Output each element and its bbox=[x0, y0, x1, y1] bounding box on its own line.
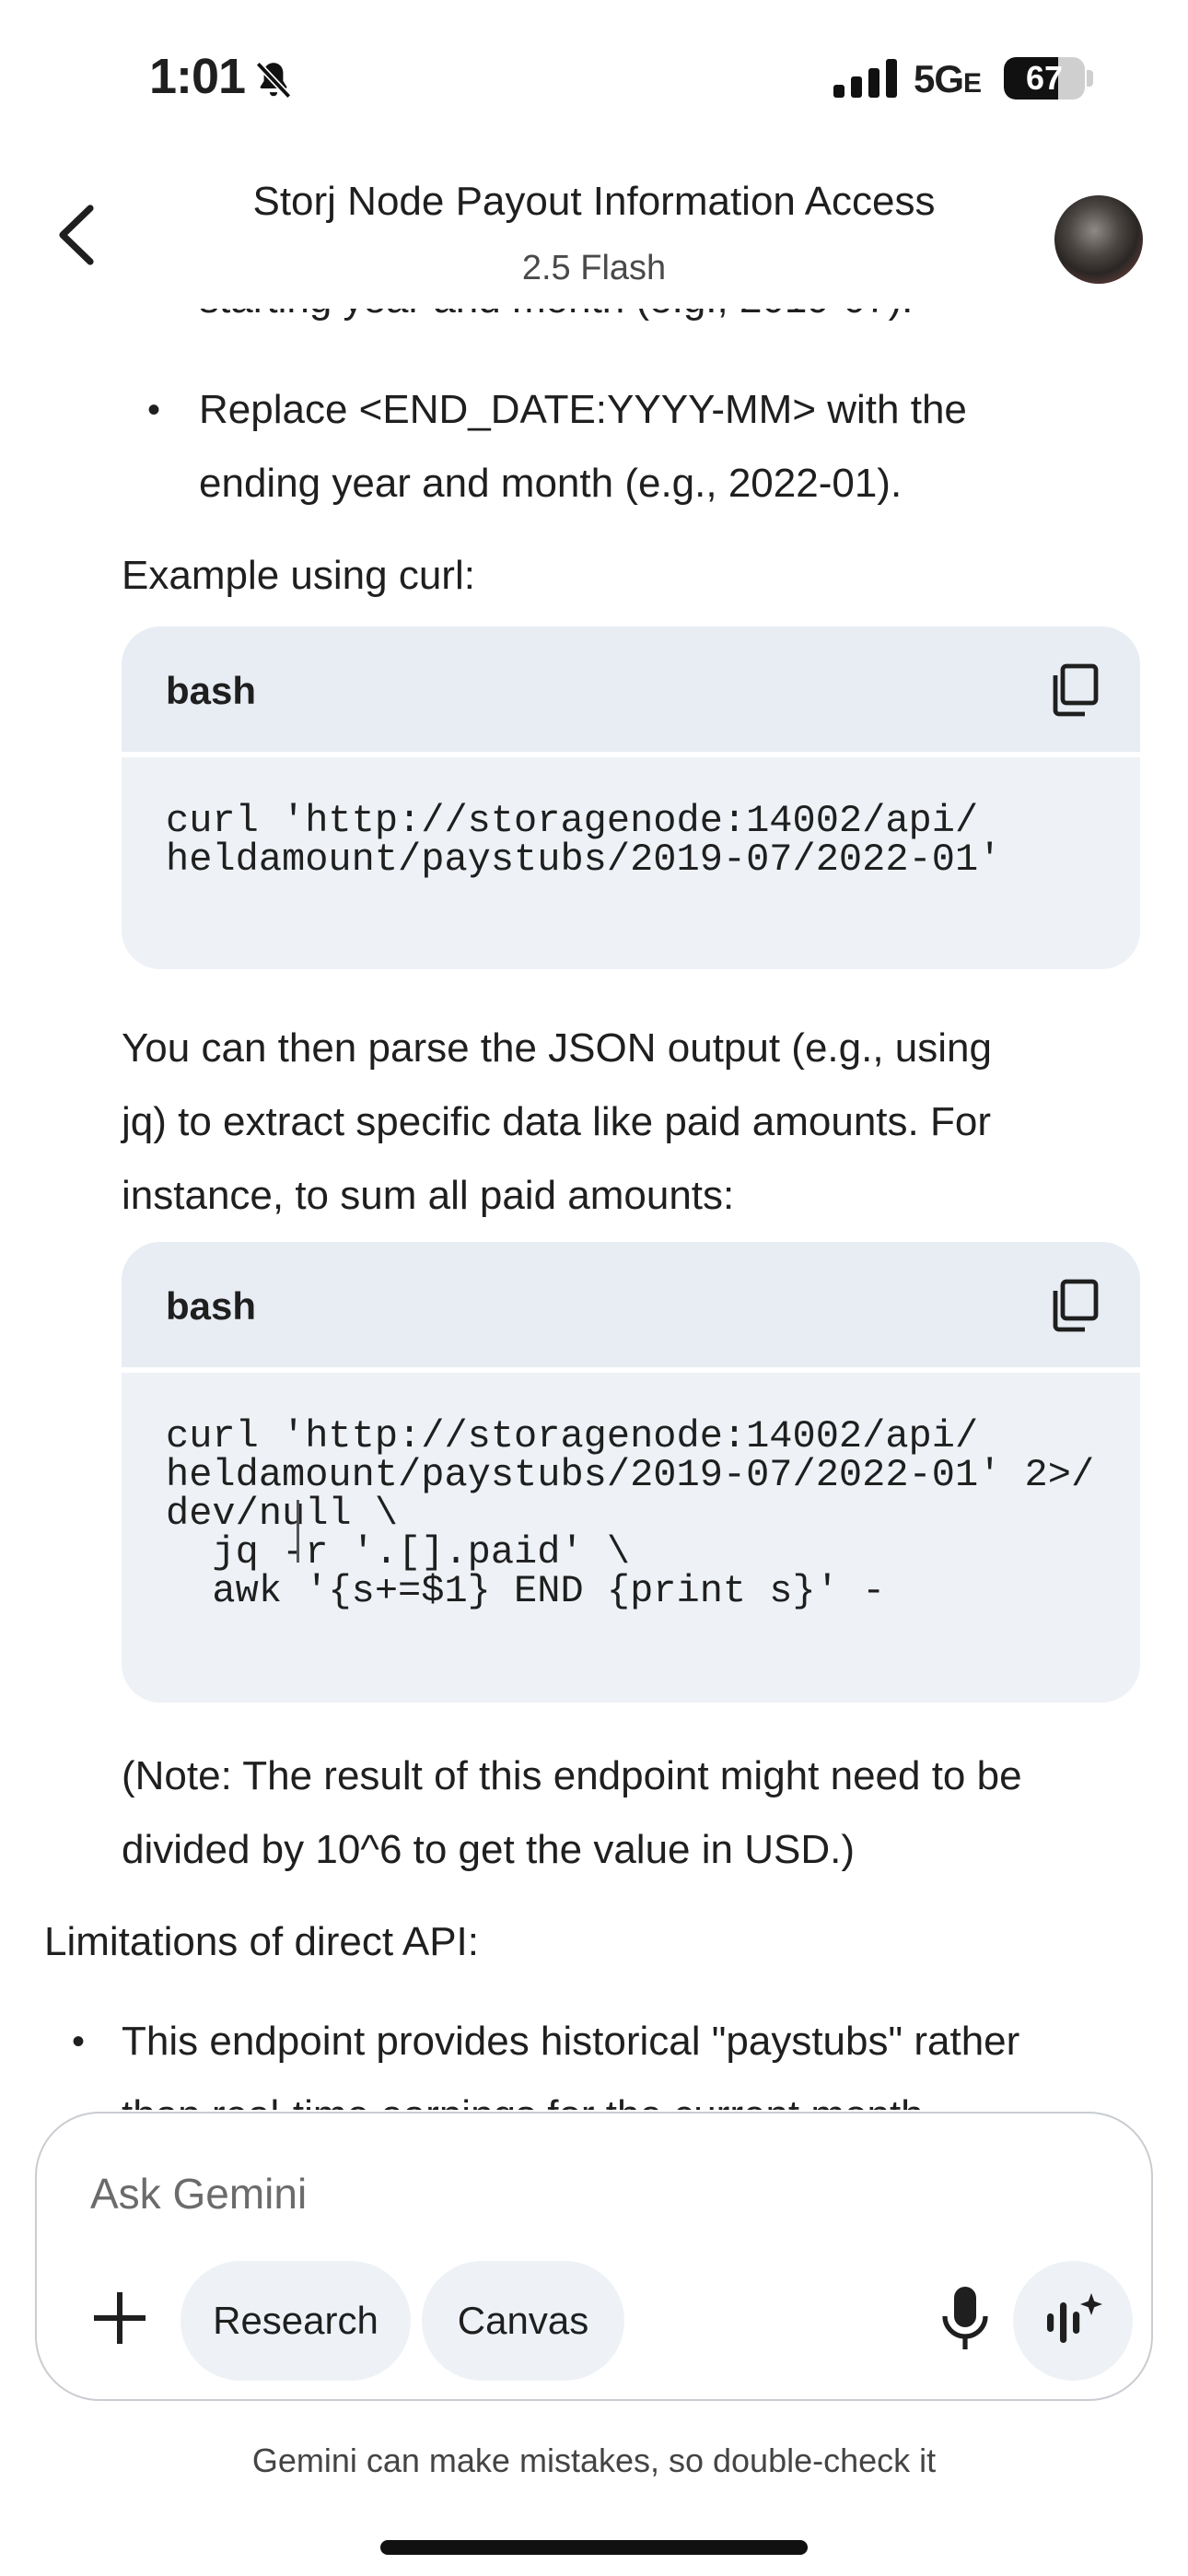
home-indicator[interactable] bbox=[380, 2540, 808, 2555]
code-block: bash curl 'http://storagenode:14002/api/… bbox=[122, 1242, 1140, 1703]
network-label: 5G bbox=[914, 57, 964, 100]
paragraph-line: jq) to extract specific data like paid a… bbox=[122, 1099, 991, 1144]
sparkle-equalizer-icon bbox=[1047, 2293, 1102, 2343]
chevron-left-icon[interactable] bbox=[53, 203, 99, 267]
disclaimer-text: Gemini can make mistakes, so double-chec… bbox=[251, 2441, 937, 2479]
model-name[interactable]: 2.5 Flash bbox=[147, 249, 1041, 288]
bell-slash-icon bbox=[255, 61, 292, 100]
code-block-header: bash bbox=[122, 626, 1140, 757]
code-block: bash curl 'http://storagenode:14002/api/… bbox=[122, 626, 1140, 969]
note-paragraph: (Note: The result of this endpoint might… bbox=[122, 1739, 1153, 1887]
code-text: curl 'http://storagenode:14002/api/helda… bbox=[122, 757, 1140, 879]
code-line: curl 'http://storagenode:14002/api/ bbox=[166, 1414, 979, 1458]
prompt-input-card: Ask Gemini Research Canvas bbox=[35, 2112, 1153, 2401]
chat-content[interactable]: starting year and month (e.g., 2019-07).… bbox=[0, 258, 1188, 2110]
paragraph: You can then parse the JSON output (e.g.… bbox=[122, 1012, 1144, 1233]
bullet-text-line: This endpoint provides historical "payst… bbox=[122, 2019, 1020, 2064]
bullet-dot: • bbox=[72, 2021, 86, 2062]
code-line: dev/null \ bbox=[166, 1492, 399, 1536]
code-line: heldamount/paystubs/2019-07/2022-01' 2>/ bbox=[166, 1453, 1095, 1497]
code-language-label: bash bbox=[166, 669, 257, 712]
network-indicator: 5GE bbox=[914, 57, 982, 101]
canvas-chip[interactable]: Canvas bbox=[422, 2261, 624, 2381]
prompt-input[interactable]: Ask Gemini bbox=[90, 2169, 307, 2219]
bullet-text-line: ending year and month (e.g., 2022-01). bbox=[199, 461, 903, 506]
paragraph-line: (Note: The result of this endpoint might… bbox=[122, 1753, 1022, 1798]
code-line: jq -r '.[].paid' \ bbox=[166, 1530, 631, 1575]
paragraph-line: You can then parse the JSON output (e.g.… bbox=[122, 1025, 992, 1071]
code-line: awk '{s+=$1} END {print s}' - bbox=[166, 1569, 886, 1613]
live-button[interactable] bbox=[1013, 2261, 1133, 2381]
status-bar: 1:01 5GE 67 bbox=[0, 0, 1188, 157]
microphone-icon[interactable] bbox=[939, 2285, 991, 2353]
limitations-heading: Limitations of direct API: bbox=[44, 1919, 479, 1964]
bullet-text-line: Replace <END_DATE:YYYY-MM> with the bbox=[199, 387, 967, 432]
battery-percent: 67 bbox=[1025, 59, 1064, 97]
copy-icon[interactable] bbox=[1048, 1277, 1100, 1334]
status-time: 1:01 bbox=[149, 49, 246, 104]
battery-tip bbox=[1087, 70, 1093, 87]
list-item: • Replace <END_DATE:YYYY-MM> with the en… bbox=[147, 373, 1124, 521]
code-text: curl 'http://storagenode:14002/api/helda… bbox=[122, 1373, 1140, 1610]
network-suffix: E bbox=[963, 68, 982, 99]
plus-icon[interactable] bbox=[90, 2289, 149, 2348]
code-language-label: bash bbox=[166, 1284, 257, 1328]
example-heading: Example using curl: bbox=[122, 553, 475, 598]
paragraph-line: divided by 10^6 to get the value in USD.… bbox=[122, 1827, 855, 1872]
copy-icon[interactable] bbox=[1048, 662, 1100, 719]
code-block-header: bash bbox=[122, 1242, 1140, 1373]
chat-title[interactable]: Storj Node Payout Information Access bbox=[147, 179, 1041, 225]
avatar[interactable] bbox=[1054, 195, 1143, 284]
signal-bars-icon bbox=[833, 59, 897, 98]
battery-icon: 67 bbox=[1004, 57, 1085, 100]
paragraph-line: instance, to sum all paid amounts: bbox=[122, 1173, 735, 1218]
code-line: curl 'http://storagenode:14002/api/ bbox=[166, 799, 979, 843]
pipe-bar bbox=[297, 1500, 299, 1563]
bullet-text-line: than real-time earnings for the current … bbox=[122, 2078, 1177, 2110]
research-chip[interactable]: Research bbox=[181, 2261, 411, 2381]
list-item: • This endpoint provides historical "pay… bbox=[72, 2005, 1177, 2110]
code-line: heldamount/paystubs/2019-07/2022-01' bbox=[166, 837, 1002, 882]
bullet-dot: • bbox=[147, 390, 161, 430]
chat-header: Storj Node Payout Information Access 2.5… bbox=[0, 157, 1188, 309]
